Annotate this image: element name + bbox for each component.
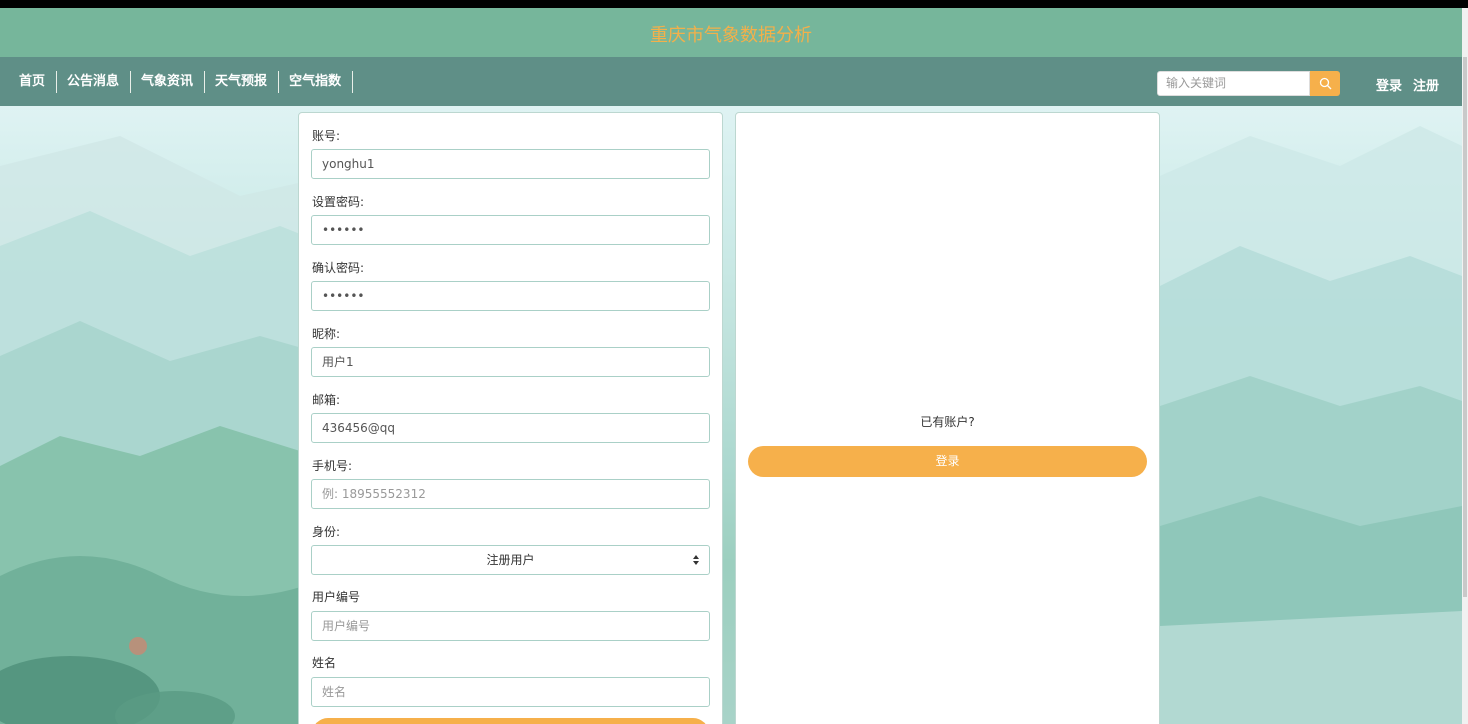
password-label: 设置密码: [312,195,365,209]
phone-label: 手机号: [312,459,353,473]
name-label: 姓名 [312,656,337,670]
nav-list: 首页 公告消息 气象资讯 天气预报 空气指数 [9,71,354,93]
confirm-password-label: 确认密码: [312,261,365,275]
login-prompt-panel: 已有账户? 登录 [735,112,1160,724]
user-id-label: 用户编号 [312,590,361,604]
scrollbar-thumb[interactable] [1463,57,1467,597]
account-field[interactable]: yonghu1 [311,149,710,179]
header-login-link[interactable]: 登录 [1376,75,1402,94]
confirm-password-field[interactable]: •••••• [311,281,710,311]
phone-field[interactable]: 例: 18955552312 [311,479,710,509]
email-field[interactable]: 436456@qq [311,413,710,443]
nav-item-home[interactable]: 首页 [9,71,58,93]
register-form-panel: 账号: yonghu1 设置密码: •••••• 确认密码: •••••• 昵称… [298,112,723,724]
title-bar: 重庆市气象数据分析 [0,8,1462,57]
search-icon [1319,77,1331,90]
nickname-label: 昵称: [312,327,341,341]
search-input[interactable]: 输入关键词 [1157,71,1310,96]
nav-item-weather-news[interactable]: 气象资讯 [131,71,206,93]
landscape-background [0,126,1462,724]
content-area: 账号: yonghu1 设置密码: •••••• 确认密码: •••••• 昵称… [0,106,1462,724]
password-field[interactable]: •••••• [311,215,710,245]
header-register-link[interactable]: 注册 [1413,75,1439,94]
select-arrows-icon [693,555,699,565]
search-box: 输入关键词 [1157,71,1340,96]
register-submit-button[interactable] [312,718,709,724]
nav-item-announcements[interactable]: 公告消息 [57,71,132,93]
name-field[interactable]: 姓名 [311,677,710,707]
account-label: 账号: [312,129,341,143]
nickname-field[interactable]: 用户1 [311,347,710,377]
site-title: 重庆市气象数据分析 [650,25,812,46]
identity-select[interactable]: 注册用户 [311,545,710,575]
nav-item-air-index[interactable]: 空气指数 [279,71,354,93]
email-label: 邮箱: [312,393,341,407]
identity-selected-value: 注册用户 [486,553,535,567]
login-button[interactable]: 登录 [748,446,1147,477]
nav-item-forecast[interactable]: 天气预报 [205,71,280,93]
have-account-text: 已有账户? [920,415,975,429]
user-id-field[interactable]: 用户编号 [311,611,710,641]
search-button[interactable] [1310,71,1340,96]
app-window: 重庆市气象数据分析 首页 公告消息 气象资讯 天气预报 空气指数 输入关键词 登… [0,0,1468,724]
identity-label: 身份: [312,525,341,539]
